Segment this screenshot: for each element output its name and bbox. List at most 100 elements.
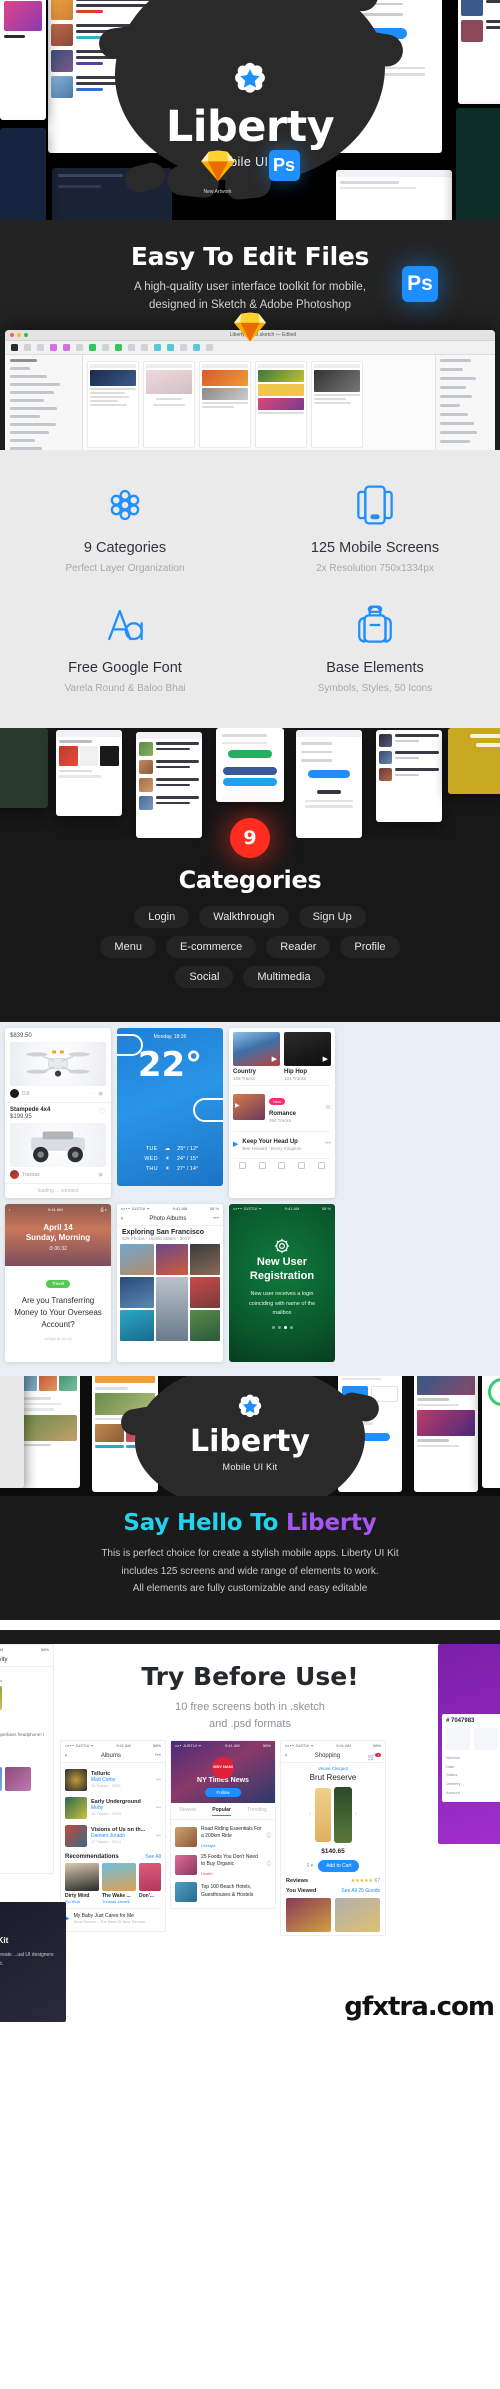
product-actions-icon[interactable]: · · ▣ · xyxy=(92,1172,106,1178)
scissors-tool-icon[interactable] xyxy=(128,344,135,351)
dot-3-active[interactable] xyxy=(283,1326,287,1330)
activity-thumb[interactable] xyxy=(0,1766,2,1791)
genre-hiphop[interactable]: ▶ Hip Hop 184 Tracks xyxy=(284,1032,331,1081)
tab-popular[interactable]: Popular xyxy=(212,1807,231,1816)
pagination-dots[interactable] xyxy=(271,1326,293,1330)
dot-4[interactable] xyxy=(289,1326,293,1330)
photo-thumb[interactable] xyxy=(120,1277,154,1308)
photo-thumb[interactable] xyxy=(190,1244,220,1275)
back-icon[interactable]: ‹ xyxy=(9,1207,10,1212)
play-icon[interactable]: ▶ xyxy=(235,1102,240,1109)
transform-tool-icon[interactable] xyxy=(141,344,148,351)
article-item[interactable]: Top 100 Beach Hotels, Guesthouses & Host… xyxy=(175,1879,271,1905)
dot-2[interactable] xyxy=(277,1326,281,1330)
activity-thumb[interactable] xyxy=(0,1685,2,1710)
cart-icon[interactable]: 🛒 2 xyxy=(368,1752,385,1761)
menu-item-quit[interactable]: Quit xyxy=(448,1689,500,1702)
bookmark-icon[interactable]: ⎙ xyxy=(266,1833,271,1840)
album-photo-grid[interactable] xyxy=(117,1244,223,1344)
export-tool-icon[interactable] xyxy=(206,344,213,351)
back-icon[interactable]: ‹ xyxy=(117,1216,123,1222)
union-tool-icon[interactable] xyxy=(193,344,200,351)
menu-item-settings[interactable]: Settings xyxy=(448,1677,500,1690)
quantity-stepper[interactable]: 1 ▾ xyxy=(307,1863,314,1869)
recommendation-item[interactable]: The Wake ... Trinidad Jame$ xyxy=(102,1862,136,1904)
app-toolbar[interactable] xyxy=(5,341,495,355)
category-chip-login[interactable]: Login xyxy=(134,906,190,928)
photo-thumb[interactable] xyxy=(190,1277,220,1308)
styled-text-icon[interactable] xyxy=(63,344,70,351)
viewed-thumb[interactable] xyxy=(286,1897,331,1932)
photo-thumb[interactable] xyxy=(120,1310,154,1341)
feed-tabs[interactable]: Newest Popular Trending xyxy=(171,1803,275,1820)
tab-radio-icon[interactable] xyxy=(239,1162,247,1169)
category-chip-menu[interactable]: Menu xyxy=(100,936,156,958)
favorite-heart-icon[interactable]: ♡ xyxy=(99,1107,106,1116)
more-icon[interactable]: ••• xyxy=(155,1753,165,1759)
artboard-4[interactable] xyxy=(255,361,307,448)
photo-thumb[interactable] xyxy=(156,1244,188,1275)
tab-library-icon[interactable] xyxy=(258,1162,266,1169)
category-chip-ecommerce[interactable]: E-commerce xyxy=(165,936,257,958)
see-all-link[interactable]: See All xyxy=(145,1854,161,1860)
artboard-1[interactable] xyxy=(87,361,139,448)
activity-thumb[interactable] xyxy=(5,1766,31,1791)
photo-thumb[interactable] xyxy=(190,1310,220,1341)
next-icon[interactable]: › xyxy=(355,1811,357,1818)
layers-sidebar[interactable] xyxy=(5,355,83,450)
menu-item-filters[interactable]: Filters xyxy=(448,1664,500,1677)
show-rulers-icon[interactable] xyxy=(76,344,83,351)
category-chip-reader[interactable]: Reader xyxy=(266,936,331,958)
product-card-truck[interactable]: Stampede 4x4 $199.95 ♡ Traxxas · · ▣ · xyxy=(5,1103,111,1184)
photo-thumb[interactable] xyxy=(156,1277,188,1341)
dot-1[interactable] xyxy=(271,1326,275,1330)
photo-thumb[interactable] xyxy=(120,1244,154,1275)
category-chip-walkthrough[interactable]: Walkthrough xyxy=(199,906,289,928)
menu-item-categories[interactable]: Categories xyxy=(448,1652,500,1665)
tab-playlists-icon[interactable] xyxy=(298,1162,306,1169)
back-icon[interactable]: ‹ xyxy=(281,1753,287,1759)
featured-genre[interactable]: ▶ New Romance 264 Tracks ≣ xyxy=(233,1085,331,1127)
prev-icon[interactable]: ‹ xyxy=(309,1811,311,1818)
maximize-icon[interactable] xyxy=(24,333,28,337)
line-tool-icon[interactable] xyxy=(115,344,122,351)
close-icon[interactable] xyxy=(10,333,14,337)
rotate-tool-icon[interactable] xyxy=(154,344,161,351)
viewed-link[interactable]: See All 25 Goods xyxy=(341,1888,380,1894)
album-item[interactable]: Visions of Us on th... Damien Jurado 17 … xyxy=(65,1822,161,1850)
play-icon[interactable]: ▶ xyxy=(233,1140,238,1148)
album-item[interactable]: Early Underground Moby 15 Tracks · 1993 … xyxy=(65,1794,161,1822)
mask-tool-icon[interactable] xyxy=(167,344,174,351)
shape-tool-icon[interactable] xyxy=(89,344,96,351)
genre-country[interactable]: ▶ Country 109 Tracks xyxy=(233,1032,280,1081)
recommendation-item[interactable]: Dirty Mind Flo Rida xyxy=(65,1862,99,1904)
article-item[interactable]: Road Riding Essentials For a 200km Ride … xyxy=(175,1823,271,1851)
more-icon[interactable]: ••• xyxy=(213,1216,223,1222)
more-icon[interactable]: ••• xyxy=(156,1805,161,1811)
scale-tool-icon[interactable] xyxy=(180,344,187,351)
tab-albums-icon[interactable] xyxy=(278,1162,286,1169)
recommendation-item[interactable]: Don'... xyxy=(139,1862,161,1904)
group-tool-icon[interactable] xyxy=(24,344,31,351)
album-item[interactable]: Telluric Matt Corby 11 Tracks · 2026 ••• xyxy=(65,1766,161,1794)
bookmark-search-icons[interactable]: ⎙ ⌕ xyxy=(100,1207,107,1212)
now-playing-bar[interactable]: ▶ Keep Your Head Up Ben Howard - Every K… xyxy=(233,1131,331,1155)
product-card-drone[interactable]: $839.50 DJI · · ▣ · xyxy=(5,1028,111,1103)
play-icon[interactable]: ▶ xyxy=(323,1055,328,1063)
tab-trending[interactable]: Trending xyxy=(247,1807,267,1816)
vector-tool-icon[interactable] xyxy=(102,344,109,351)
inspector-panel[interactable] xyxy=(435,355,495,450)
minimize-icon[interactable] xyxy=(17,333,21,337)
bookmark-icon[interactable]: ⎙ xyxy=(266,1861,271,1868)
category-chip-signup[interactable]: Sign Up xyxy=(298,906,366,928)
play-icon[interactable]: ▶ xyxy=(272,1055,277,1063)
artboard-canvas[interactable] xyxy=(83,355,435,450)
artboard-3[interactable] xyxy=(199,361,251,448)
follow-button[interactable]: Follow xyxy=(205,1787,241,1797)
tab-charts-icon[interactable] xyxy=(317,1162,325,1169)
artboard-2[interactable] xyxy=(143,361,195,448)
now-playing-bar[interactable]: ▶ My Baby Just Cares for Me Nina Simone … xyxy=(65,1907,161,1928)
category-chip-profile[interactable]: Profile xyxy=(340,936,400,958)
category-chip-multimedia[interactable]: Multimedia xyxy=(243,966,325,988)
back-icon[interactable]: ‹ xyxy=(61,1753,67,1759)
